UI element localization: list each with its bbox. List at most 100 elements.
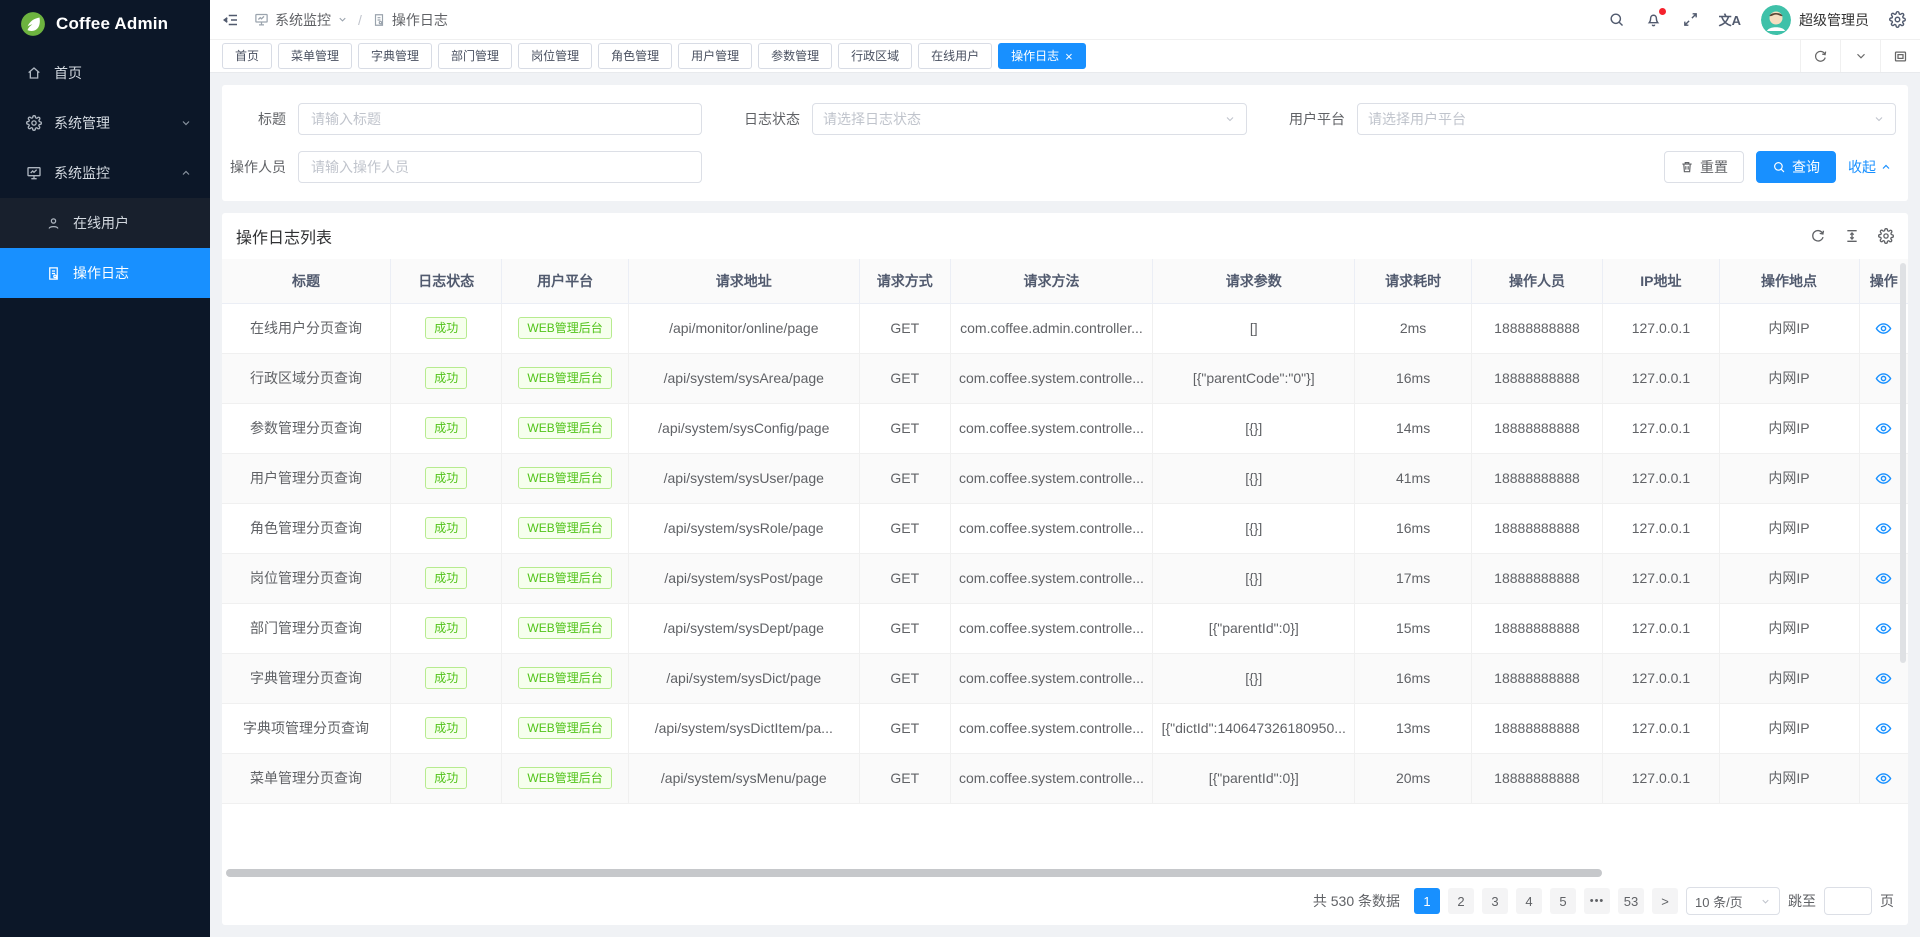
chevron-down-icon[interactable] (1840, 40, 1880, 72)
view-icon[interactable] (1875, 570, 1892, 587)
notification-bell-icon[interactable] (1645, 11, 1662, 28)
sidebar: Coffee Admin 首页 系统管理 (0, 0, 210, 937)
page-button-53[interactable]: 53 (1618, 888, 1644, 914)
table-header-row: 标题日志状态用户平台请求地址请求方式请求方法请求参数请求耗时操作人员IP地址操作… (222, 259, 1908, 303)
cell-status: 成功 (391, 303, 502, 353)
tab-7[interactable]: 用户管理 (678, 43, 752, 69)
cell-ip: 127.0.0.1 (1603, 453, 1719, 503)
sidebar-item-home[interactable]: 首页 (0, 48, 210, 98)
column-header: 请求耗时 (1355, 259, 1471, 303)
page-button-3[interactable]: 3 (1482, 888, 1508, 914)
refresh-icon[interactable] (1800, 40, 1840, 72)
cell-params: [{}] (1153, 553, 1355, 603)
breadcrumb-level1[interactable]: 系统监控 (275, 10, 331, 30)
cell-time: 13ms (1355, 703, 1471, 753)
tab-label: 用户管理 (691, 44, 739, 68)
tab-close-icon[interactable]: × (1065, 50, 1073, 63)
cell-location: 内网IP (1719, 703, 1859, 753)
cell-params: [{"parentId":0}] (1153, 753, 1355, 803)
settings-gear-icon[interactable] (1889, 11, 1906, 28)
tab-2[interactable]: 菜单管理 (278, 43, 352, 69)
main-area: 系统监控 / 操作日志 (210, 0, 1920, 937)
avatar (1761, 5, 1791, 35)
app-window: Coffee Admin 首页 系统管理 (0, 0, 1920, 937)
sidebar-collapse-icon[interactable] (222, 11, 240, 29)
view-icon[interactable] (1875, 720, 1892, 737)
title-input[interactable] (298, 103, 702, 135)
tab-label: 部门管理 (451, 44, 499, 68)
operator-input[interactable] (298, 151, 702, 183)
view-icon[interactable] (1875, 670, 1892, 687)
sidebar-item-system-manage[interactable]: 系统管理 (0, 98, 210, 148)
view-icon[interactable] (1875, 370, 1892, 387)
table-row: 在线用户分页查询成功WEB管理后台/api/monitor/online/pag… (222, 303, 1908, 353)
page-button-1[interactable]: 1 (1414, 888, 1440, 914)
sidebar-item-online-users[interactable]: 在线用户 (0, 198, 210, 248)
horizontal-scrollbar-thumb[interactable] (226, 869, 1602, 877)
cell-location: 内网IP (1719, 453, 1859, 503)
cell-status: 成功 (391, 603, 502, 653)
platform-tag: WEB管理后台 (518, 517, 611, 539)
page-button-5[interactable]: 5 (1550, 888, 1576, 914)
tab-4[interactable]: 部门管理 (438, 43, 512, 69)
tab-9[interactable]: 行政区域 (838, 43, 912, 69)
monitor-icon (254, 12, 269, 27)
tab-5[interactable]: 岗位管理 (518, 43, 592, 69)
row-height-icon[interactable] (1844, 228, 1860, 244)
tab-3[interactable]: 字典管理 (358, 43, 432, 69)
search-icon[interactable] (1608, 11, 1625, 28)
jump-page-input[interactable] (1824, 887, 1872, 915)
view-icon[interactable] (1875, 470, 1892, 487)
column-header: 请求方法 (950, 259, 1152, 303)
cell-operator: 18888888888 (1471, 303, 1603, 353)
vertical-scrollbar[interactable] (1900, 263, 1906, 663)
cell-platform: WEB管理后台 (502, 603, 628, 653)
platform-tag: WEB管理后台 (518, 317, 611, 339)
tab-11[interactable]: 操作日志× (998, 43, 1086, 69)
page-size-value: 10 条/页 (1695, 892, 1743, 911)
maximize-icon[interactable] (1880, 40, 1920, 72)
tab-10[interactable]: 在线用户 (918, 43, 992, 69)
chevron-up-icon (180, 167, 192, 179)
view-icon[interactable] (1875, 620, 1892, 637)
view-icon[interactable] (1875, 320, 1892, 337)
user-platform-select[interactable]: 请选择用户平台 (1357, 103, 1896, 135)
page-ellipsis[interactable]: ••• (1584, 888, 1610, 914)
log-status-select[interactable]: 请选择日志状态 (812, 103, 1247, 135)
column-header: 日志状态 (391, 259, 502, 303)
column-settings-gear-icon[interactable] (1878, 228, 1894, 244)
username: 超级管理员 (1799, 10, 1869, 30)
view-icon[interactable] (1875, 520, 1892, 537)
sidebar-item-operation-log[interactable]: 操作日志 (0, 248, 210, 298)
search-form-card: 标题 日志状态 请选择日志状态 用户平台 (222, 85, 1908, 201)
collapse-form-link[interactable]: 收起 (1848, 157, 1892, 177)
table-row: 字典项管理分页查询成功WEB管理后台/api/system/sysDictIte… (222, 703, 1908, 753)
chevron-down-icon[interactable] (337, 14, 348, 25)
cell-status: 成功 (391, 403, 502, 453)
view-icon[interactable] (1875, 420, 1892, 437)
breadcrumb: 系统监控 / 操作日志 (254, 10, 448, 30)
page-button-4[interactable]: 4 (1516, 888, 1542, 914)
refresh-icon[interactable] (1810, 228, 1826, 244)
tab-6[interactable]: 角色管理 (598, 43, 672, 69)
user-menu[interactable]: 超级管理员 (1761, 5, 1869, 35)
view-icon[interactable] (1875, 770, 1892, 787)
page-size-select[interactable]: 10 条/页 (1686, 887, 1780, 915)
reset-button[interactable]: 重置 (1664, 151, 1744, 183)
next-page-button[interactable]: > (1652, 888, 1678, 914)
cell-action (1859, 703, 1908, 753)
sidebar-item-system-monitor[interactable]: 系统监控 (0, 148, 210, 198)
cell-url: /api/system/sysMenu/page (628, 753, 859, 803)
language-translate-icon[interactable]: 文A (1719, 10, 1741, 29)
column-header: 请求方式 (859, 259, 950, 303)
tab-1[interactable]: 首页 (222, 43, 272, 69)
search-button[interactable]: 查询 (1756, 151, 1836, 183)
reset-label: 重置 (1700, 157, 1728, 177)
horizontal-scrollbar[interactable] (226, 869, 1904, 877)
status-tag: 成功 (425, 567, 467, 589)
app-logo: Coffee Admin (0, 0, 210, 48)
page-button-2[interactable]: 2 (1448, 888, 1474, 914)
cell-func: com.coffee.system.controlle... (950, 703, 1152, 753)
fullscreen-icon[interactable] (1682, 11, 1699, 28)
tab-8[interactable]: 参数管理 (758, 43, 832, 69)
